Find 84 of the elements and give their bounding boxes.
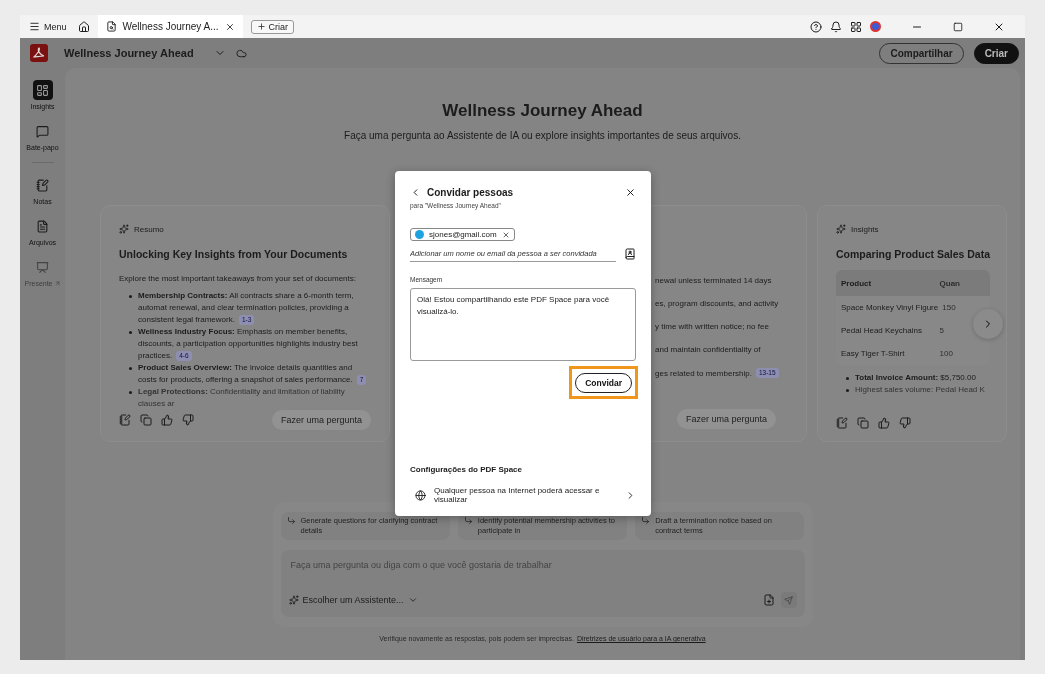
home-icon[interactable] xyxy=(77,20,90,33)
assistant-dropdown[interactable]: Escolher um Assistente... xyxy=(288,595,418,605)
cloud-icon xyxy=(236,47,247,59)
invite-button[interactable]: Convidar xyxy=(575,373,632,393)
recipient-chip[interactable]: sjones@gmail.com xyxy=(410,228,515,241)
ask-question-button[interactable]: Fazer uma pergunta xyxy=(676,409,776,429)
table-cell-text: Pedal Head Keychains xyxy=(841,326,923,335)
thumbs-up-icon[interactable] xyxy=(878,417,890,429)
message-field[interactable]: Olá! Estou compartilhando este PDF Space para você visualizá-lo. xyxy=(410,288,636,361)
app-logo xyxy=(30,44,48,62)
bullet-text: and maintain confidentiality of xyxy=(655,345,761,354)
settings-title: Configurações do PDF Space xyxy=(410,465,524,474)
globe-icon xyxy=(415,489,426,501)
dialog-title: Convidar pessoas xyxy=(427,187,515,198)
column-header: Quan xyxy=(939,278,961,288)
card-tag: Resumo xyxy=(134,224,164,234)
page-title: Wellness Journey Ahead xyxy=(442,100,643,122)
apps-icon[interactable] xyxy=(850,20,862,33)
file-icon xyxy=(36,219,49,233)
arrow-icon xyxy=(463,516,473,525)
document-tab[interactable]: Wellness Journey A... xyxy=(97,15,243,38)
send-icon xyxy=(784,595,793,605)
sparkle-icon xyxy=(836,224,846,234)
table-cell-text: 100 xyxy=(939,349,954,358)
arrow-icon xyxy=(641,516,651,525)
table-cell-text: Easy Tiger T-Shirt xyxy=(841,349,906,358)
table-cell-text: 5 xyxy=(939,326,945,335)
presentation-icon xyxy=(36,260,49,274)
ask-question-button[interactable]: Fazer uma pergunta xyxy=(271,410,371,430)
chat-icon xyxy=(36,124,49,138)
copy-icon[interactable] xyxy=(140,414,152,426)
bullet-dot xyxy=(846,377,849,380)
contacts-icon[interactable] xyxy=(624,248,636,260)
sparkle-icon xyxy=(288,595,299,605)
document-title: Wellness Journey Ahead xyxy=(64,47,195,59)
close-icon xyxy=(625,187,636,198)
external-link-icon xyxy=(53,280,61,287)
table-cell: Space Monkey Vinyl Figure xyxy=(841,303,939,312)
card-title: Comparing Product Sales Data xyxy=(836,248,988,260)
column-header: Product xyxy=(841,278,873,288)
bullet-dot xyxy=(129,391,132,394)
bell-icon[interactable] xyxy=(830,20,842,33)
close-button[interactable] xyxy=(625,187,636,198)
page-subtitle: Faça uma pergunta ao Assistente de IA ou explore insights importantes de seus arquivos. xyxy=(344,130,741,141)
maximize-icon[interactable] xyxy=(953,21,963,32)
dashboard-icon xyxy=(36,83,49,97)
note-icon[interactable] xyxy=(119,414,131,426)
sparkle-icon xyxy=(119,224,129,234)
bullet-text: es, program discounts, and activity xyxy=(655,299,779,308)
create-button[interactable]: Criar xyxy=(250,19,294,34)
menu-button[interactable]: Menu xyxy=(26,19,70,34)
bullet-text: newal unless terminated 14 days xyxy=(655,276,772,285)
bullet-text: ges related to membership. xyxy=(655,368,752,378)
access-setting[interactable]: Qualquer pessoa na Internet poderá acessar e visualizar xyxy=(410,486,636,504)
bullet-dot xyxy=(846,389,849,392)
card-intro: Explore the most important takeaways from your set of documents: xyxy=(119,274,357,283)
table-cell-text: 150 xyxy=(942,303,957,312)
close-icon[interactable] xyxy=(224,21,235,32)
bullet-text: y time with written notice; no fee xyxy=(655,322,769,331)
bullet-text: Total Invoice Amount: $5,750.00 xyxy=(855,372,976,384)
add-file-icon[interactable] xyxy=(762,594,775,606)
copy-icon[interactable] xyxy=(857,417,869,429)
plus-icon xyxy=(256,22,266,31)
note-icon[interactable] xyxy=(836,417,848,429)
card-tag: Insights xyxy=(851,224,879,234)
create-button[interactable]: Criar xyxy=(973,42,1019,64)
bullet-dot xyxy=(129,367,132,370)
bullet-dot xyxy=(129,331,132,334)
remove-icon xyxy=(501,230,510,239)
arrow-icon xyxy=(286,516,296,525)
bullet-dot xyxy=(129,295,132,298)
note-icon xyxy=(36,178,49,192)
thumbs-down-icon[interactable] xyxy=(182,414,194,426)
card-title: Unlocking Key Insights from Your Documents xyxy=(119,248,349,260)
bullet-text: Highest sales volume: Pedal Head K xyxy=(855,384,985,396)
thumbs-up-icon[interactable] xyxy=(161,414,173,426)
chevron-down-icon xyxy=(407,595,418,605)
tab-label: Wellness Journey A... xyxy=(122,21,219,32)
help-icon[interactable] xyxy=(810,20,822,33)
document-icon xyxy=(105,21,117,32)
avatar[interactable] xyxy=(870,21,881,32)
bullet-text: Legal Protections: Confidentiality and limitation of liability clauses ar xyxy=(138,386,346,410)
thumbs-down-icon[interactable] xyxy=(899,417,911,429)
menu-icon xyxy=(29,21,40,32)
